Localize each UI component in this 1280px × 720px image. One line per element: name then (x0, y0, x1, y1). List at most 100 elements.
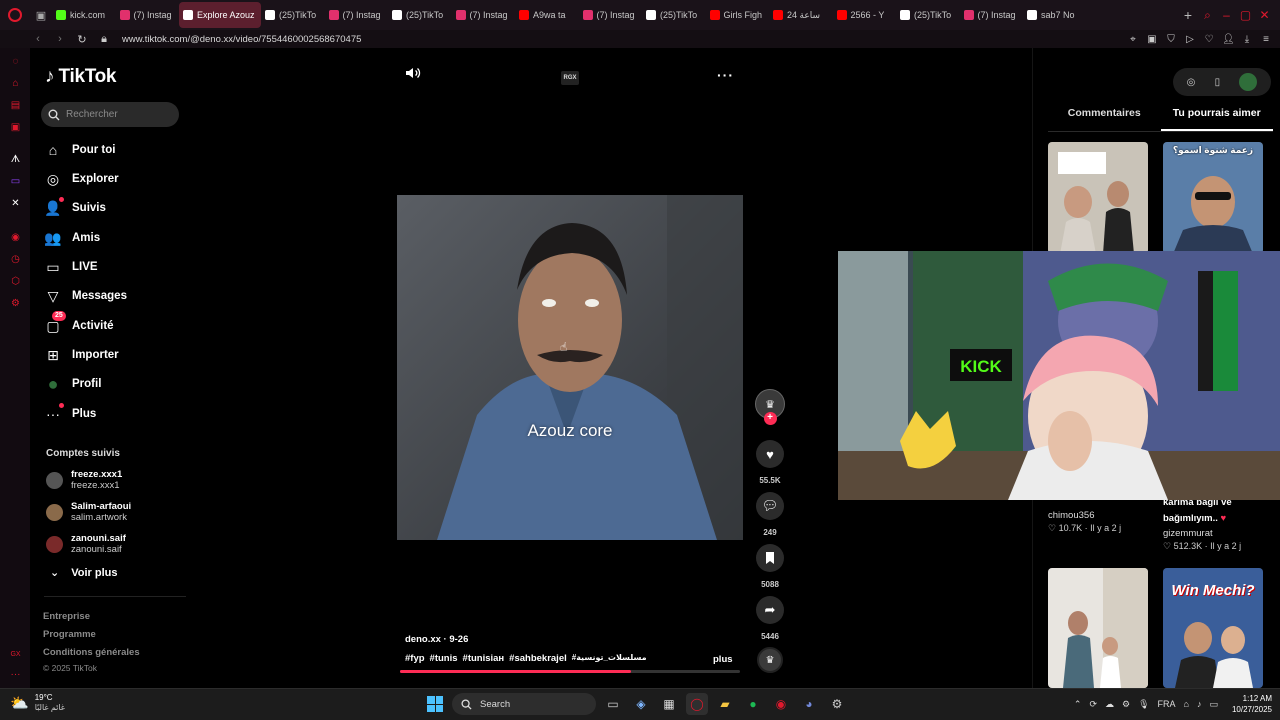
task-view-icon[interactable]: ▭ (602, 693, 624, 715)
account-icon[interactable]: 👤︎ (1222, 34, 1235, 45)
nav-item-following[interactable]: 👤 Suivis (44, 196, 106, 220)
twitch-icon[interactable]: ▭ (9, 175, 22, 188)
recommended-video-thumb[interactable] (1048, 142, 1148, 254)
followed-account[interactable]: freeze.xxx1 freeze.xxx1 (46, 466, 122, 494)
tray-app-icon[interactable]: ⚙ (1122, 699, 1130, 710)
nav-item-home[interactable]: ⌂ Pour toi (44, 138, 116, 162)
gx-icon[interactable]: GX (9, 648, 22, 661)
like-button[interactable]: ♥ 55.5K (755, 440, 785, 485)
url-field[interactable]: www.tiktok.com/@deno.xx/video/7554460002… (122, 34, 361, 45)
hashtag-link[interactable]: #tunisiaн (463, 653, 505, 664)
comment-button[interactable]: 💬︎ 249 (755, 492, 785, 537)
clock[interactable]: 1:12 AM 10/27/2025 (1232, 693, 1272, 715)
tray-sync-icon[interactable]: ⟳ (1089, 699, 1097, 710)
tab-workspaces-icon[interactable]: ▣ (30, 0, 52, 30)
shield-icon[interactable]: ⛉ (1165, 34, 1177, 45)
profile-avatar[interactable] (1239, 73, 1258, 91)
browser-tab[interactable]: Explore Azouz C (179, 2, 261, 28)
followed-account[interactable]: Salim-arfaoui salim.artwork (46, 498, 131, 526)
phone-icon[interactable]: ▯ (1215, 77, 1221, 88)
nav-item-compass[interactable]: ◎ Explorer (44, 167, 119, 191)
volume-icon[interactable] (405, 66, 421, 85)
tray-overflow-icon[interactable]: ⌃ (1074, 699, 1082, 710)
browser-tab[interactable]: (25)TikTo (261, 2, 325, 28)
more-options-icon[interactable]: ··· (717, 67, 734, 83)
tab-comments[interactable]: Commentaires (1048, 106, 1161, 131)
back-icon[interactable]: ‹ (32, 33, 44, 45)
hashtag-link[interactable]: #tunis (430, 653, 458, 664)
followed-account[interactable]: zanouni.saif zanouni.saif (46, 530, 126, 558)
heart-icon[interactable]: ♡ (1203, 34, 1215, 45)
copilot-icon[interactable]: ◈ (630, 693, 652, 715)
file-explorer-icon[interactable]: ▰ (714, 693, 736, 715)
pin-icon[interactable]: ⌖ (1127, 34, 1139, 45)
browser-tab[interactable]: Girls Figh (706, 2, 770, 28)
rec-title-line2[interactable]: bağımlıyım.. ♥ (1163, 513, 1226, 524)
nav-item-profile-avatar[interactable]: ● Profil (44, 372, 102, 396)
search-box[interactable] (41, 102, 179, 127)
tiktok-logo[interactable]: ♪ TikTok (45, 66, 116, 88)
browser-tab[interactable]: (7) Instag (960, 2, 1024, 28)
browser-tab[interactable]: sab7 No (1023, 2, 1087, 28)
footer-link-business[interactable]: Entreprise (43, 611, 90, 622)
rec-author[interactable]: gizemmurat (1163, 528, 1213, 539)
instagram-icon[interactable]: ▣ (9, 121, 22, 134)
maximize-icon[interactable]: ▢ (1236, 8, 1255, 22)
sidebar-more-icon[interactable]: ··· (9, 668, 22, 681)
forward-icon[interactable]: › (54, 33, 66, 45)
menu-icon[interactable]: ≡ (1260, 34, 1272, 45)
hashtag-link[interactable]: #fyp (405, 653, 425, 664)
volume-icon[interactable]: ♪ (1197, 699, 1202, 709)
language-indicator[interactable]: FRA (1158, 699, 1176, 709)
sound-disc-button[interactable]: ♛ (755, 647, 785, 673)
reload-icon[interactable]: ↻ (76, 33, 88, 46)
search-tabs-icon[interactable]: ⌕ (1198, 8, 1217, 23)
browser-tab[interactable]: (25)TikTo (642, 2, 706, 28)
browser-tab[interactable]: (7) Instag (579, 2, 643, 28)
messenger-icon[interactable]: ▤ (9, 99, 22, 112)
extensions-icon[interactable]: ⬡ (9, 275, 22, 288)
video-player[interactable]: Azouz core ☝ (397, 195, 743, 540)
new-tab-button[interactable]: + (1178, 7, 1198, 23)
nav-item-more[interactable]: ··· Plus (44, 402, 96, 426)
footer-link-terms[interactable]: Conditions générales (43, 647, 140, 658)
see-more-button[interactable]: ⌄ Voir plus (50, 566, 117, 580)
player-sidebar-icon[interactable]: ◉ (9, 231, 22, 244)
weather-widget[interactable]: ⛅ 19°C غائم غالبًا (10, 693, 65, 713)
download-icon[interactable]: ⤓ (1241, 34, 1253, 45)
battery-icon[interactable]: ▭ (1209, 699, 1218, 710)
microphone-icon[interactable]: 🎙︎ (1138, 699, 1149, 710)
snapshot-icon[interactable]: ▣ (1146, 34, 1158, 45)
tab-you-may-like[interactable]: Tu pourrais aimer (1160, 106, 1273, 131)
bag-icon[interactable]: ⌂ (9, 77, 22, 90)
nav-item-friends[interactable]: 👥 Amis (44, 226, 100, 250)
x-icon[interactable]: ✕ (9, 197, 22, 210)
nav-item-upload[interactable]: ⊞ Importer (44, 343, 119, 367)
aria-icon[interactable]: ◌ (9, 55, 22, 68)
start-button[interactable] (424, 693, 446, 715)
creator-avatar-button[interactable]: ♛ + (755, 389, 785, 425)
browser-tab[interactable]: (7) Instag (452, 2, 516, 28)
recommended-video-thumb[interactable]: زعمة شنوة اسمو؟ (1163, 142, 1263, 254)
close-icon[interactable]: ✕ (1255, 8, 1274, 22)
player-icon[interactable]: ▷ (1184, 34, 1196, 45)
follow-plus-icon[interactable]: + (763, 412, 777, 425)
video-author-line[interactable]: deno.xx · 9-26 (405, 634, 468, 645)
nav-item-live[interactable]: ▭ LIVE (44, 255, 97, 279)
browser-tab[interactable]: 2566 - Y (833, 2, 897, 28)
browser-tab[interactable]: 24 ساعة (769, 2, 833, 28)
tray-cloud-icon[interactable]: ☁ (1105, 699, 1114, 710)
minimize-icon[interactable]: – (1217, 8, 1236, 22)
hashtag-link[interactable]: #مسلسلات_تونسية (572, 653, 647, 664)
network-icon[interactable]: ⌂ (1184, 699, 1189, 709)
browser-tab[interactable]: (25)TikTo (388, 2, 452, 28)
taskbar-search[interactable]: Search (452, 693, 596, 715)
recommended-video-thumb[interactable] (1048, 568, 1148, 688)
tiktok-sidebar-icon[interactable]: ᗑ (9, 153, 22, 166)
hashtag-link[interactable]: #sahbekrajel (509, 653, 567, 664)
video-progress-bar[interactable] (400, 670, 740, 673)
browser-tab[interactable]: (7) Instag (116, 2, 180, 28)
nav-item-messages[interactable]: ▽ Messages (44, 284, 127, 308)
more-description-link[interactable]: plus (713, 654, 733, 665)
spotify-icon[interactable]: ● (742, 693, 764, 715)
